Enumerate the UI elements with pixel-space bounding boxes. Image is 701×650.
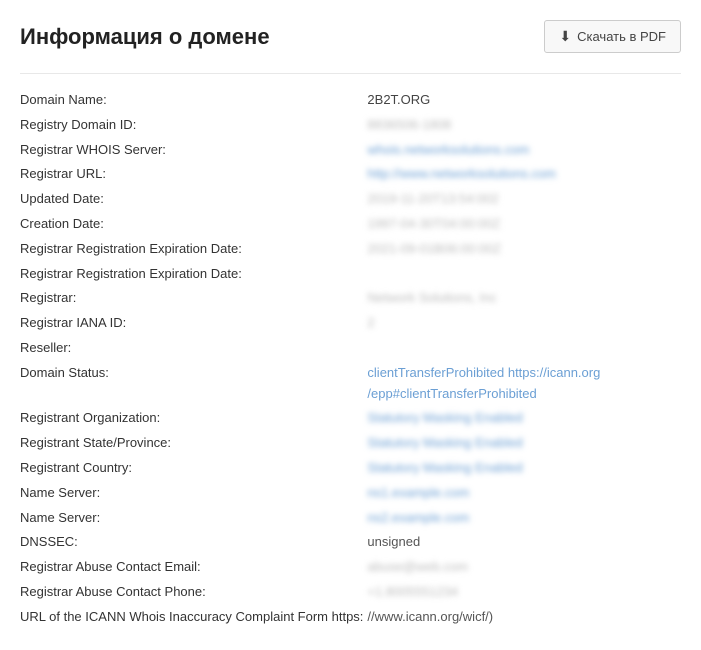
whois-row: Registry Domain ID:8836506-1808	[20, 113, 681, 138]
download-icon: ⬇	[559, 28, 571, 45]
whois-label: Domain Name:	[20, 88, 367, 113]
whois-label: Registrar IANA ID:	[20, 311, 367, 336]
whois-row: Name Server:ns2.example.com	[20, 506, 681, 531]
whois-row: Registrant Country:Statutory Masking Ena…	[20, 456, 681, 481]
whois-value: 2019-11-20T13:54:002	[367, 187, 681, 212]
whois-value: Statutory Masking Enabled	[367, 431, 681, 456]
whois-row: Registrant State/Province:Statutory Mask…	[20, 431, 681, 456]
whois-row: Domain Status:clientTransferProhibited h…	[20, 361, 681, 407]
whois-row: Registrar Registration Expiration Date:	[20, 262, 681, 287]
whois-label: DNSSEC:	[20, 530, 367, 555]
whois-value: Network Solutions, Inc	[367, 286, 681, 311]
whois-row: Name Server:ns1.example.com	[20, 481, 681, 506]
whois-value: 8836506-1808	[367, 113, 681, 138]
whois-value: ns1.example.com	[367, 481, 681, 506]
whois-value: +1.8005551234	[367, 580, 681, 605]
whois-value: Statutory Masking Enabled	[367, 456, 681, 481]
whois-row: Registrar IANA ID:2	[20, 311, 681, 336]
whois-row: Registrant Organization:Statutory Maskin…	[20, 406, 681, 431]
whois-label: Registrar URL:	[20, 162, 367, 187]
pdf-button-label: Скачать в PDF	[577, 29, 666, 44]
whois-label: Registry Domain ID:	[20, 113, 367, 138]
whois-label: Reseller:	[20, 336, 367, 361]
whois-row: Registrar Abuse Contact Email:abuse@web.…	[20, 555, 681, 580]
whois-label: Updated Date:	[20, 187, 367, 212]
whois-label: Registrant Country:	[20, 456, 367, 481]
whois-row: Registrar Registration Expiration Date:2…	[20, 237, 681, 262]
whois-label: Domain Status:	[20, 361, 367, 407]
whois-label: Registrar:	[20, 286, 367, 311]
whois-value: unsigned	[367, 530, 681, 555]
whois-label: Registrar WHOIS Server:	[20, 138, 367, 163]
whois-value: ns2.example.com	[367, 506, 681, 531]
page-title: Информация о домене	[20, 24, 270, 50]
whois-row: Registrar URL:http://www.networksolution…	[20, 162, 681, 187]
whois-label: Name Server:	[20, 506, 367, 531]
whois-value: 1997-04-30T04:00:00Z	[367, 212, 681, 237]
whois-label: URL of the ICANN Whois Inaccuracy Compla…	[20, 605, 367, 630]
whois-value: 2021-09-01B06:00:00Z	[367, 237, 681, 262]
whois-label: Registrant Organization:	[20, 406, 367, 431]
page-header: Информация о домене ⬇ Скачать в PDF	[20, 20, 681, 53]
whois-row: Reseller:	[20, 336, 681, 361]
whois-value: http://www.networksolutions.com	[367, 162, 681, 187]
header-divider	[20, 73, 681, 74]
whois-row: Domain Name:2B2T.ORG	[20, 88, 681, 113]
whois-value: //www.icann.org/wicf/)	[367, 605, 681, 630]
whois-value: Statutory Masking Enabled	[367, 406, 681, 431]
whois-label: Registrar Abuse Contact Phone:	[20, 580, 367, 605]
whois-row: Creation Date:1997-04-30T04:00:00Z	[20, 212, 681, 237]
whois-value: 2B2T.ORG	[367, 88, 681, 113]
whois-row: Registrar WHOIS Server:whois.networksolu…	[20, 138, 681, 163]
whois-value	[367, 336, 681, 361]
whois-row: URL of the ICANN Whois Inaccuracy Compla…	[20, 605, 681, 630]
whois-value: 2	[367, 311, 681, 336]
download-pdf-button[interactable]: ⬇ Скачать в PDF	[544, 20, 681, 53]
whois-row: DNSSEC:unsigned	[20, 530, 681, 555]
whois-value: clientTransferProhibited https://icann.o…	[367, 361, 681, 407]
whois-label: Registrar Registration Expiration Date:	[20, 262, 367, 287]
whois-value: abuse@web.com	[367, 555, 681, 580]
whois-label: Name Server:	[20, 481, 367, 506]
whois-row: Registrar Abuse Contact Phone:+1.8005551…	[20, 580, 681, 605]
main-container: Информация о домене ⬇ Скачать в PDF Doma…	[0, 0, 701, 650]
whois-row: Registrar:Network Solutions, Inc	[20, 286, 681, 311]
whois-label: Registrar Abuse Contact Email:	[20, 555, 367, 580]
whois-label: Registrar Registration Expiration Date:	[20, 237, 367, 262]
whois-value: whois.networksolutions.com	[367, 138, 681, 163]
whois-value	[367, 262, 681, 287]
whois-row: Updated Date:2019-11-20T13:54:002	[20, 187, 681, 212]
whois-label: Creation Date:	[20, 212, 367, 237]
whois-label: Registrant State/Province:	[20, 431, 367, 456]
whois-table: Domain Name:2B2T.ORGRegistry Domain ID:8…	[20, 88, 681, 630]
